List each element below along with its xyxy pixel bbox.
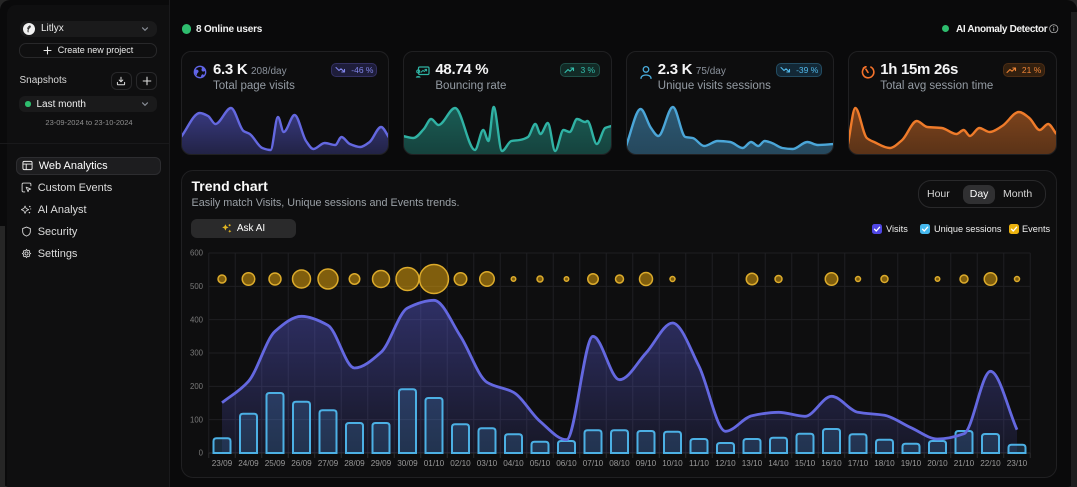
svg-text:13/10: 13/10 — [742, 459, 763, 468]
svg-text:200: 200 — [190, 382, 204, 391]
svg-text:11/10: 11/10 — [689, 459, 709, 468]
svg-text:500: 500 — [190, 282, 204, 291]
svg-text:22/10: 22/10 — [980, 459, 1001, 468]
svg-text:08/10: 08/10 — [609, 459, 630, 468]
svg-text:15/10: 15/10 — [795, 459, 816, 468]
svg-text:06/10: 06/10 — [556, 459, 577, 468]
svg-text:05/10: 05/10 — [530, 459, 551, 468]
svg-text:300: 300 — [190, 349, 204, 358]
svg-text:400: 400 — [190, 315, 204, 324]
svg-text:600: 600 — [190, 249, 204, 258]
svg-text:07/10: 07/10 — [583, 459, 604, 468]
svg-text:100: 100 — [190, 415, 204, 424]
svg-text:04/10: 04/10 — [503, 459, 524, 468]
svg-text:30/09: 30/09 — [397, 459, 418, 468]
svg-text:09/10: 09/10 — [636, 459, 657, 468]
svg-text:19/10: 19/10 — [901, 459, 922, 468]
svg-text:0: 0 — [199, 449, 204, 458]
svg-text:23/10: 23/10 — [1007, 459, 1028, 468]
svg-text:17/10: 17/10 — [848, 459, 869, 468]
svg-text:02/10: 02/10 — [450, 459, 471, 468]
svg-text:23/09: 23/09 — [212, 459, 233, 468]
svg-text:14/10: 14/10 — [768, 459, 789, 468]
svg-text:03/10: 03/10 — [477, 459, 498, 468]
svg-text:26/09: 26/09 — [291, 459, 312, 468]
svg-text:18/10: 18/10 — [874, 459, 895, 468]
svg-text:21/10: 21/10 — [954, 459, 975, 468]
svg-text:29/09: 29/09 — [371, 459, 392, 468]
svg-text:20/10: 20/10 — [927, 459, 948, 468]
svg-text:12/10: 12/10 — [715, 459, 736, 468]
svg-text:01/10: 01/10 — [424, 459, 445, 468]
svg-text:25/09: 25/09 — [265, 459, 286, 468]
svg-text:24/09: 24/09 — [238, 459, 259, 468]
svg-text:27/09: 27/09 — [318, 459, 339, 468]
svg-text:28/09: 28/09 — [344, 459, 365, 468]
svg-text:16/10: 16/10 — [821, 459, 842, 468]
svg-text:10/10: 10/10 — [662, 459, 683, 468]
